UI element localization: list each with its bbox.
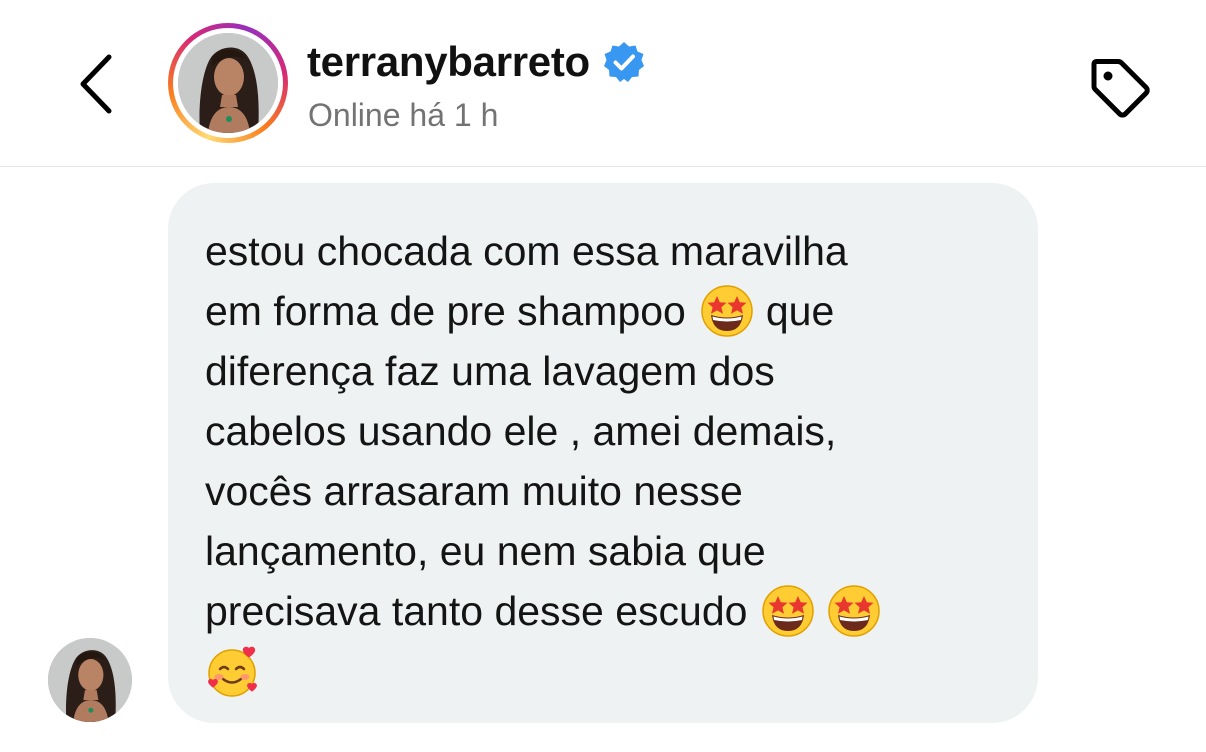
username: terranybarreto: [307, 38, 590, 85]
message-text: diferença faz uma lavagem dos: [205, 348, 775, 394]
star-struck-emoji-icon: [761, 584, 815, 638]
verified-badge-icon: [603, 42, 644, 82]
message-text: precisava tanto desse escudo: [205, 588, 748, 634]
online-status: Online há 1 h: [308, 97, 499, 133]
star-struck-emoji-icon: [700, 284, 754, 338]
message-text: lançamento, eu nem sabia que: [205, 528, 766, 574]
message-line: estou chocada com essa maravilha: [205, 221, 998, 281]
avatar-portrait: [48, 638, 132, 722]
message-text: em forma de pre shampoo: [205, 288, 686, 334]
message-text: estou chocada com essa maravilha: [205, 228, 848, 274]
sender-avatar[interactable]: [48, 638, 132, 722]
username-link[interactable]: terranybarreto: [307, 36, 646, 88]
message-bubble[interactable]: estou chocada com essa maravilha em form…: [168, 183, 1038, 723]
chevron-left-icon: [80, 54, 112, 114]
star-struck-emoji-icon: [827, 584, 881, 638]
avatar: [178, 33, 278, 133]
back-button[interactable]: [62, 44, 132, 124]
message-text: vocês arrasaram muito nesse: [205, 468, 743, 514]
message-line: vocês arrasaram muito nesse: [205, 461, 998, 521]
message-text: cabelos usando ele , amei demais,: [205, 408, 837, 454]
message-line: cabelos usando ele , amei demais,: [205, 401, 998, 461]
message-line: [205, 641, 998, 701]
message-text: que: [765, 288, 835, 334]
tag-button[interactable]: [1080, 48, 1160, 128]
message-line: em forma de pre shampoo que: [205, 281, 998, 341]
message-line: lançamento, eu nem sabia que: [205, 521, 998, 581]
message-line: diferença faz uma lavagem dos: [205, 341, 998, 401]
avatar-portrait: [178, 33, 278, 133]
story-ring-gap: [173, 28, 283, 138]
conversation-header: terranybarreto Online há 1 h: [0, 0, 1206, 167]
direct-message-screen: terranybarreto Online há 1 h estou choca…: [0, 0, 1206, 752]
profile-story-ring[interactable]: [168, 23, 288, 143]
smiling-face-with-hearts-emoji-icon: [205, 644, 259, 698]
tag-icon: [1091, 59, 1150, 118]
message-line: precisava tanto desse escudo: [205, 581, 998, 641]
